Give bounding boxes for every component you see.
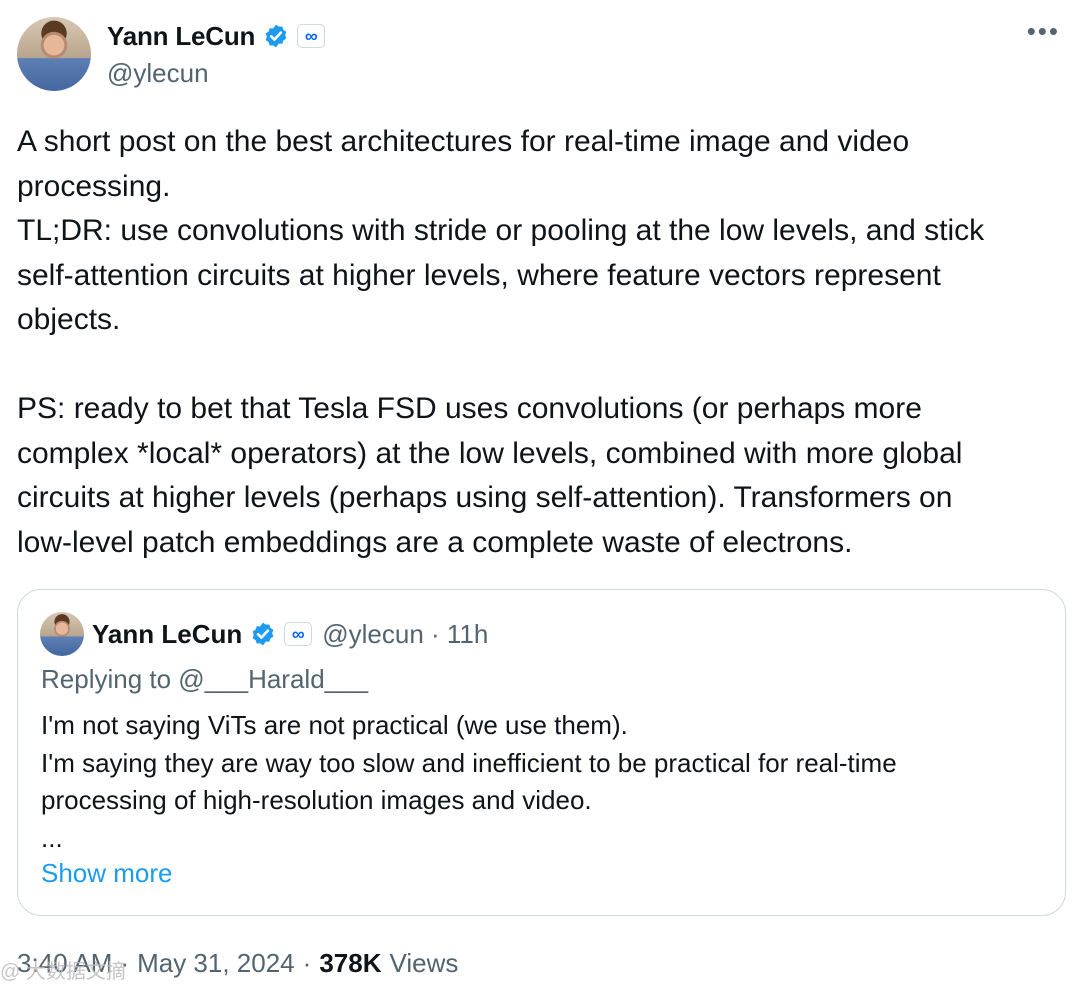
quoted-affiliation-badge-icon: ∞ [284, 622, 313, 646]
post-text: A short post on the best architectures f… [17, 125, 985, 559]
views-count[interactable]: 378K [319, 948, 381, 979]
author-handle[interactable]: @ylecun [107, 58, 325, 89]
quoted-verified-badge-icon [252, 622, 274, 646]
quoted-author-avatar [40, 612, 84, 656]
verified-badge-icon [265, 24, 287, 48]
affiliation-badge-icon[interactable]: ∞ [297, 24, 326, 48]
separator-dot-2: · [302, 948, 312, 978]
author-name[interactable]: Yann LeCun [107, 21, 255, 52]
quoted-post-text: I'm not saying ViTs are not practical (w… [41, 710, 897, 853]
watermark: @ 大数据文摘 [0, 961, 126, 983]
author-avatar[interactable] [17, 17, 91, 91]
quoted-replying-to: Replying to @___Harald___ [41, 664, 369, 694]
quoted-post-header: Yann LeCun ∞ @ylecun · 11h [92, 612, 488, 656]
show-more-link[interactable]: Show more [41, 858, 173, 889]
quoted-author-name: Yann LeCun [92, 618, 243, 649]
views-label: Views [389, 948, 459, 978]
author-name-row: Yann LeCun ∞ [107, 18, 326, 54]
post-header: Yann LeCun ∞ @ylecun [107, 18, 326, 89]
more-options-icon[interactable]: ••• [1027, 18, 1060, 44]
post-date[interactable]: May 31, 2024 [137, 948, 295, 979]
quoted-author-handle-time: @ylecun · 11h [322, 618, 489, 649]
